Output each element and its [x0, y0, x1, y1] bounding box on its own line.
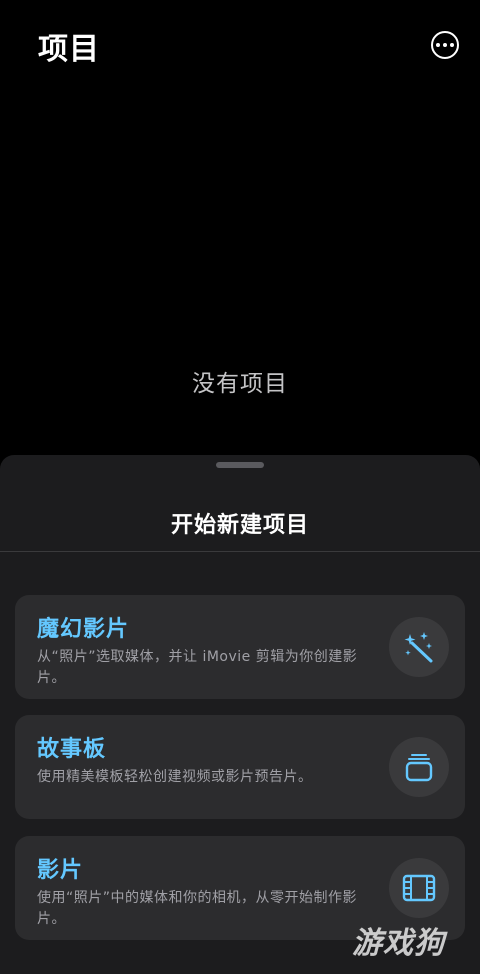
- option-description: 从“照片”选取媒体，并让 iMovie 剪辑为你创建影片。: [37, 649, 358, 686]
- watermark-logo: 游戏狗: [352, 926, 445, 961]
- empty-state-message: 没有项目: [192, 371, 288, 397]
- storyboard-option[interactable]: 故事板 使用精美模板轻松创建视频或影片预告片。: [15, 715, 465, 819]
- film-icon: [389, 858, 449, 918]
- ellipsis-dot: [450, 43, 454, 47]
- sheet-divider: [0, 551, 480, 552]
- option-title: 故事板: [37, 737, 107, 762]
- page-title: 项目: [38, 32, 100, 67]
- magic-movie-option[interactable]: 魔幻影片 从“照片”选取媒体，并让 iMovie 剪辑为你创建影片。: [15, 595, 465, 699]
- ellipsis-icon: [436, 43, 440, 47]
- storyboard-stack-icon: [389, 737, 449, 797]
- magic-wand-icon: [389, 617, 449, 677]
- sheet-grabber[interactable]: [216, 462, 264, 468]
- sheet-title: 开始新建项目: [170, 513, 309, 538]
- option-description: 使用“照片”中的媒体和你的相机，从零开始制作影片。: [37, 890, 358, 927]
- option-title: 魔幻影片: [37, 617, 130, 642]
- option-description: 使用精美模板轻松创建视频或影片预告片。: [37, 769, 313, 785]
- projects-screen: 项目 没有项目 开始新建项目 魔幻影片 从“照片”选取媒体，并让 iMovie …: [0, 0, 480, 974]
- ellipsis-dot: [443, 43, 447, 47]
- new-project-sheet: 开始新建项目 魔幻影片 从“照片”选取媒体，并让 iMovie 剪辑为你创建影片…: [0, 455, 480, 974]
- option-title: 影片: [37, 858, 84, 883]
- more-options-button[interactable]: [431, 31, 459, 59]
